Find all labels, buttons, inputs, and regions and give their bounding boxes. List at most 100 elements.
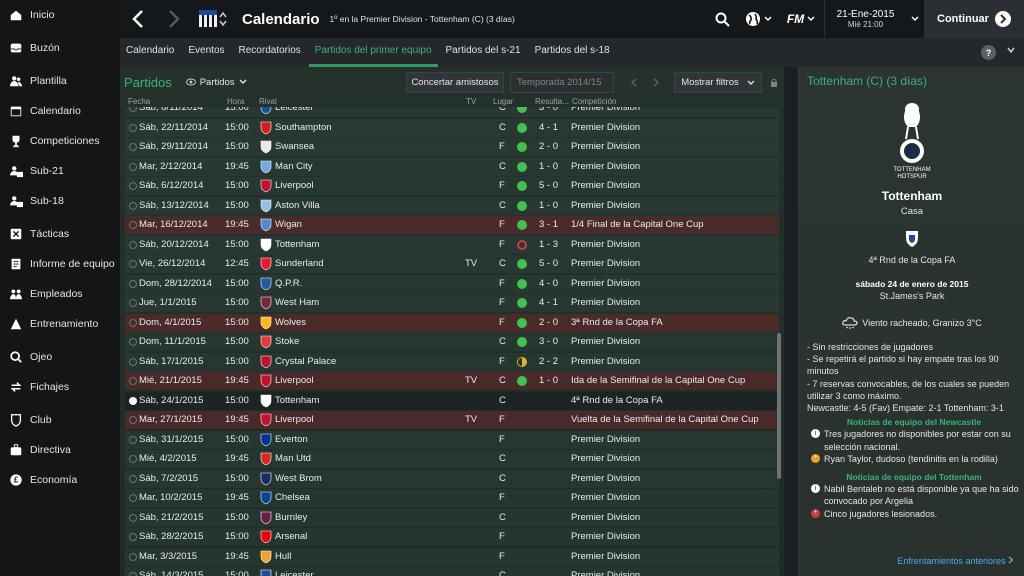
season-selector[interactable]: Temporada 2014/15 bbox=[510, 72, 614, 93]
fixture-competition[interactable]: Premier Division bbox=[571, 122, 640, 133]
fixture-score[interactable]: 5 - 0 bbox=[539, 258, 558, 269]
fixture-row[interactable]: Sáb, 6/12/2014 15:00 Liverpool F 5 - 0 Premie… bbox=[125, 177, 779, 195]
fixture-radio[interactable] bbox=[129, 162, 137, 171]
sidebar-item-club[interactable]: Club bbox=[0, 405, 120, 435]
fm-menu-button[interactable]: FM bbox=[778, 0, 824, 38]
help-button[interactable]: ? bbox=[981, 45, 996, 60]
sidebar-item-fichajes[interactable]: Fichajes bbox=[0, 372, 120, 402]
fixture-competition[interactable]: Premier Division bbox=[571, 161, 640, 172]
fixture-score[interactable]: 1 - 0 bbox=[539, 375, 558, 386]
fixture-row[interactable]: Mar, 2/12/2014 19:45 Man City C 1 - 0 Premier… bbox=[125, 157, 779, 176]
fixture-row[interactable]: Sáb, 24/1/2015 15:00 Tottenham C 4ª Rnd de l… bbox=[125, 391, 779, 410]
fixture-opponent[interactable]: Q.P.R. bbox=[275, 278, 302, 289]
fixture-radio[interactable] bbox=[129, 494, 137, 502]
sidebar-item-ojeo[interactable]: Ojeo bbox=[0, 342, 120, 372]
team-news-item[interactable]: i Nabil Bentaleb no está disponible ya qu… bbox=[811, 483, 1021, 507]
fixture-radio[interactable] bbox=[129, 533, 137, 541]
fixture-competition[interactable]: Premier Division bbox=[571, 570, 640, 576]
fixture-radio[interactable] bbox=[129, 474, 137, 483]
fixture-opponent[interactable]: Aston Villa bbox=[275, 200, 320, 211]
sidebar-item-inicio[interactable]: Inicio bbox=[0, 0, 120, 30]
sidebar-item-plantilla[interactable]: Plantilla bbox=[0, 66, 120, 96]
fixture-score[interactable]: 1 - 0 bbox=[539, 200, 558, 211]
fixture-competition[interactable]: Premier Division bbox=[571, 180, 640, 191]
fixture-radio[interactable] bbox=[129, 396, 137, 405]
tab-partidos-del-primer-equipo[interactable]: Partidos del primer equipo bbox=[308, 45, 438, 67]
arrange-friendlies-button[interactable]: Concertar amistosos bbox=[406, 72, 504, 93]
previous-meetings-link[interactable]: Enfrentamientos anteriores bbox=[897, 556, 1014, 566]
fixture-competition[interactable]: Premier Division bbox=[571, 356, 640, 367]
opponent-name[interactable]: Tottenham bbox=[799, 189, 1024, 203]
fixture-radio[interactable] bbox=[129, 513, 137, 522]
tab-recordatorios[interactable]: Recordatorios bbox=[233, 45, 307, 67]
fixture-competition[interactable]: 3ª Rnd de la Copa FA bbox=[571, 317, 663, 328]
date-dropdown[interactable] bbox=[906, 0, 924, 38]
fixture-opponent[interactable]: Liverpool bbox=[275, 375, 314, 386]
fixture-row[interactable]: Sáb, 22/11/2014 15:00 Southampton C 4 - 1 Pre… bbox=[125, 118, 779, 137]
fixture-radio[interactable] bbox=[129, 107, 137, 112]
fixture-radio[interactable] bbox=[129, 318, 137, 327]
fixture-radio[interactable] bbox=[129, 552, 137, 561]
fixture-radio[interactable] bbox=[129, 357, 137, 366]
fixture-opponent[interactable]: Arsenal bbox=[275, 531, 307, 542]
column-header-rival[interactable]: Rival bbox=[259, 97, 277, 106]
fixture-competition[interactable]: Premier Division bbox=[571, 278, 640, 289]
fixture-opponent[interactable]: Southampton bbox=[275, 122, 332, 133]
fixture-radio[interactable] bbox=[129, 279, 137, 288]
sidebar-item-sub-21[interactable]: Sub-21 bbox=[0, 156, 120, 186]
fixture-competition[interactable]: Vuelta de la Semifinal de la Capital One… bbox=[571, 414, 759, 425]
column-header-lugar[interactable]: Lugar bbox=[493, 97, 513, 106]
fixture-opponent[interactable]: Swansea bbox=[275, 141, 314, 152]
fixture-row[interactable]: Sáb, 28/2/2015 15:00 Arsenal F Premier Divis… bbox=[125, 528, 779, 546]
forward-button[interactable] bbox=[156, 0, 192, 38]
fixture-row[interactable]: Sáb, 17/1/2015 15:00 Crystal Palace F 2 - 2 P… bbox=[125, 352, 779, 371]
previous-season-button[interactable] bbox=[625, 72, 643, 93]
fixture-row[interactable]: Vie, 26/12/2014 12:45 Sunderland TV C 5 - 0 Pr… bbox=[125, 255, 779, 273]
sidebar-item-entrenamiento[interactable]: Entrenamiento bbox=[0, 309, 120, 339]
fixture-competition[interactable]: Premier Division bbox=[571, 531, 640, 542]
fixture-score[interactable]: 1 - 3 bbox=[539, 239, 558, 250]
view-dropdown[interactable]: Partidos bbox=[185, 77, 247, 88]
fixture-row[interactable]: Mar, 27/1/2015 19:45 Liverpool TV F Vuelta de… bbox=[125, 411, 779, 429]
tab-partidos-del-s-18[interactable]: Partidos del s-18 bbox=[529, 45, 616, 67]
fixture-row[interactable]: Sáb, 13/12/2014 15:00 Aston Villa C 1 - 0 Pre… bbox=[125, 196, 779, 215]
fixture-row[interactable]: Sáb, 29/11/2014 15:00 Swansea F 2 - 0 Premier… bbox=[125, 138, 779, 156]
column-header-fecha[interactable]: Fecha bbox=[128, 97, 150, 106]
fixture-score[interactable]: 2 - 0 bbox=[539, 141, 558, 152]
back-button[interactable] bbox=[120, 0, 156, 38]
more-options-icon[interactable] bbox=[1007, 43, 1015, 57]
column-header-tv[interactable]: TV bbox=[466, 97, 476, 106]
fixture-row[interactable]: Sáb, 14/3/2015 15:00 Leicester C Premier Div… bbox=[125, 567, 779, 576]
fixture-radio[interactable] bbox=[129, 435, 137, 444]
fixture-opponent[interactable]: Tottenham bbox=[275, 395, 319, 406]
fixture-opponent[interactable]: Burnley bbox=[275, 512, 307, 523]
fixture-opponent[interactable]: Chelsea bbox=[275, 492, 310, 503]
fixture-competition[interactable]: Premier Division bbox=[571, 512, 640, 523]
fixture-row[interactable]: Sáb, 7/2/2015 15:00 West Brom C Premier Divi… bbox=[125, 469, 779, 488]
fixture-opponent[interactable]: Stoke bbox=[275, 336, 299, 347]
stadium-name[interactable]: St.James's Park bbox=[799, 291, 1024, 301]
fixture-row[interactable]: Sáb, 21/2/2015 15:00 Burnley C Premier Divis… bbox=[125, 508, 779, 527]
fixture-row[interactable]: Dom, 11/1/2015 15:00 Stoke C 3 - 0 Premier Di… bbox=[125, 333, 779, 351]
fixture-row[interactable]: Mié, 4/2/2015 19:45 Man Utd C Premier Divisi… bbox=[125, 450, 779, 468]
fixture-opponent[interactable]: Liverpool bbox=[275, 180, 314, 191]
tab-partidos-del-s-21[interactable]: Partidos del s-21 bbox=[440, 45, 527, 67]
team-news-item[interactable]: + Ryan Taylor, dudoso (tendinitis en la r… bbox=[811, 453, 1021, 465]
sidebar-item-empleados[interactable]: Empleados bbox=[0, 279, 120, 309]
fixture-competition[interactable]: Premier Division bbox=[571, 107, 640, 113]
fixture-competition[interactable]: 4ª Rnd de la Copa FA bbox=[571, 395, 663, 406]
sidebar-item-calendario[interactable]: Calendario bbox=[0, 96, 120, 126]
fixture-opponent[interactable]: Wigan bbox=[275, 219, 302, 230]
fixture-opponent[interactable]: Everton bbox=[275, 434, 308, 445]
sidebar-item-tácticas[interactable]: Tácticas bbox=[0, 219, 120, 249]
fixture-competition[interactable]: Premier Division bbox=[571, 473, 640, 484]
fixture-opponent[interactable]: Leicester bbox=[275, 107, 314, 113]
fixture-competition[interactable]: Premier Division bbox=[571, 453, 640, 464]
fixture-row[interactable]: Sáb, 8/11/2014 15:00 Leicester C 3 - 0 Premie… bbox=[125, 107, 779, 117]
fixture-competition[interactable]: Ida de la Semifinal de la Capital One Cu… bbox=[571, 375, 745, 386]
fixture-radio[interactable] bbox=[129, 260, 137, 268]
fixture-radio[interactable] bbox=[129, 416, 137, 424]
fixture-row[interactable]: Sáb, 20/12/2014 15:00 Tottenham F 1 - 3 Premi… bbox=[125, 235, 779, 254]
fixture-competition[interactable]: Premier Division bbox=[571, 258, 640, 269]
team-news-item[interactable]: + Cinco jugadores lesionados. bbox=[811, 508, 1021, 520]
